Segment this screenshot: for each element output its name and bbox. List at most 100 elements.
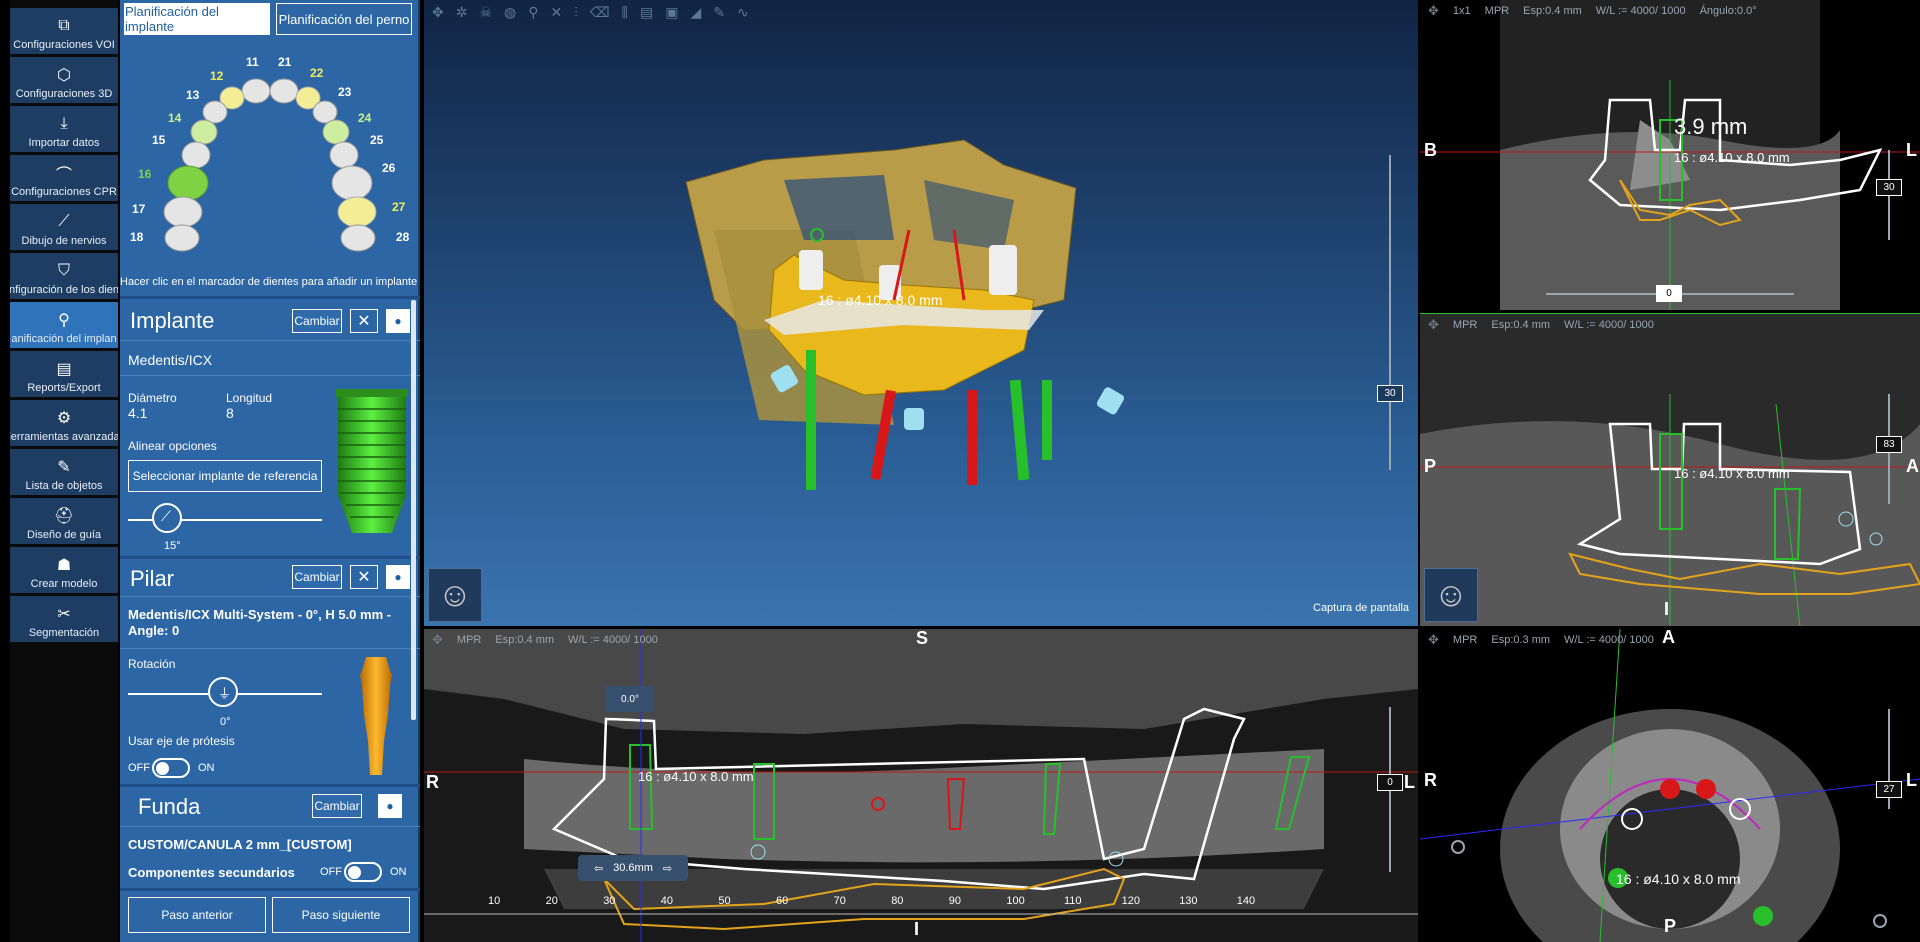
sagittal-viewport[interactable]: ✥ MPR Esp:0.4 mm W/L := 4000/ 1000 16 : … (1420, 313, 1920, 626)
ruler-tick-label: 30 (603, 895, 616, 907)
sleeve-name: CUSTOM/CANULA 2 mm_[CUSTOM] (128, 837, 352, 852)
toggle-off-label: OFF (128, 762, 150, 774)
download-icon: ⤓ (60, 115, 68, 132)
model-icon: ☗ (56, 557, 72, 574)
tooth-number: 18 (130, 230, 144, 244)
thickness-label: Esp:0.3 mm (1491, 634, 1551, 646)
tooth-number: 21 (278, 55, 292, 69)
implant-options-button[interactable]: ● (386, 309, 410, 333)
panoramic-viewport[interactable]: ✥ MPR Esp:0.4 mm W/L := 4000/ 1000 S R L… (424, 629, 1418, 942)
change-sleeve-button[interactable]: Cambiar (312, 794, 362, 818)
dental-implant-planner: ⧉ Configuraciones VOI ⬡ Configuraciones 3D ⤓… (0, 0, 1920, 942)
toolbar-item-label: Configuraciones VOI (13, 39, 115, 51)
window-level-label: W/L := 4000/ 1000 (1564, 634, 1654, 646)
toolbar-item[interactable]: ⧉ Configuraciones VOI (10, 8, 118, 54)
change-implant-button[interactable]: Cambiar (292, 309, 342, 333)
3d-viewport[interactable]: ✥ ✲ ☠ ◍ ⚲ ✕ ⫶ ⌫ ⫼ ▤ ▣ ◢ ✎ ∿ 16: ø4.10 x… (424, 0, 1418, 626)
measure-readout[interactable]: ⇦ 30.6mm ⇨ (578, 855, 688, 881)
rotation-slider-knob[interactable]: ⏚ (208, 677, 238, 707)
move-icon[interactable]: ✥ (1428, 3, 1439, 19)
tooth-chart[interactable]: 11 12 13 14 15 16 17 18 21 22 23 24 25 2… (120, 45, 420, 280)
implant-brand: Medentis/ICX (128, 352, 213, 368)
toolbar-item[interactable]: ⬡ Configuraciones 3D (10, 57, 118, 103)
toolbar-item-label: Crear modelo (30, 578, 98, 590)
angle-label: Ángulo:0.0° (1699, 5, 1757, 17)
3d-clip-value[interactable]: 30 (1377, 385, 1403, 402)
toolbar-item-label: Importar datos (28, 137, 100, 149)
tooth-number: 11 (246, 55, 259, 69)
axial-viewport[interactable]: ✥ MPR Esp:0.3 mm W/L := 4000/ 1000 16 : … (1420, 629, 1920, 942)
coronal-offset-value[interactable]: 0 (1656, 285, 1682, 302)
prosthesis-axis-toggle[interactable] (152, 758, 190, 778)
screenshot-button[interactable]: Captura de pantalla (1313, 602, 1409, 614)
orientation-bottom: P (1664, 916, 1677, 936)
toolbar-item[interactable]: ✂ Segmentación (10, 596, 118, 642)
next-step-button[interactable]: Paso siguiente (272, 897, 410, 933)
toolbar-item-label: Lista de objetos (25, 480, 103, 492)
toolbar-item[interactable]: ▤ Reports/Export (10, 351, 118, 397)
change-abutment-button[interactable]: Cambiar (292, 565, 342, 589)
secondary-components-toggle[interactable] (344, 862, 382, 882)
tooth-number: 17 (132, 202, 146, 216)
toolbar-item-label: Configuraciones CPR (11, 186, 117, 198)
window-level-label: W/L := 4000/ 1000 (1595, 5, 1686, 17)
screw-icon: ⏚ (218, 686, 232, 701)
head-orientation-icon[interactable]: ☺ (428, 568, 482, 622)
mode-label: MPR (1484, 5, 1510, 17)
tooth-number: 26 (382, 161, 396, 175)
coronal-slice-value[interactable]: 30 (1876, 179, 1902, 196)
toolbar-item[interactable]: ⤓ Importar datos (10, 106, 118, 152)
move-icon[interactable]: ✥ (1428, 632, 1439, 648)
head-orientation-icon[interactable]: ☺ (1424, 568, 1478, 622)
toolbar-item[interactable]: ✎ Lista de objetos (10, 449, 118, 495)
3d-cube-icon: ⬡ (57, 67, 71, 84)
toolbar-item[interactable]: ⌒ Configuraciones CPR (10, 155, 118, 201)
toolbar-item[interactable]: ⚲ anificación del implan (10, 302, 118, 348)
toolbar-item[interactable]: ☗ Crear modelo (10, 547, 118, 593)
toolbar-item[interactable]: ⛉ nfiguración de los dien (10, 253, 118, 299)
mode-label: MPR (1452, 319, 1478, 331)
upper-arch (163, 78, 377, 252)
sleeve-options-button[interactable]: ● (378, 794, 402, 818)
divider (120, 784, 420, 787)
coronal-viewport[interactable]: ✥ 1x1 MPR Esp:0.4 mm W/L := 4000/ 1000 Á… (1420, 0, 1920, 310)
remove-implant-button[interactable]: ✕ (350, 309, 378, 333)
abutment-options-button[interactable]: ● (386, 565, 410, 589)
panoramic-slice-value[interactable]: 0 (1377, 774, 1403, 791)
toolbar-item[interactable]: ⚙ lerramientas avanzada (10, 400, 118, 446)
align-options-label: Alinear opciones (128, 439, 217, 453)
previous-step-button[interactable]: Paso anterior (128, 897, 266, 933)
toolbar-item-label: nfiguración de los dien (10, 284, 118, 296)
tooth-number: 25 (370, 133, 384, 147)
arrow-right-icon[interactable]: ⇨ (663, 862, 672, 875)
3d-clip-slider[interactable] (1389, 155, 1391, 470)
remove-abutment-button[interactable]: ✕ (350, 565, 378, 589)
abutment-name: Medentis/ICX Multi-System - 0°, H 5.0 mm… (128, 607, 392, 638)
ruler-tick-label: 20 (545, 895, 558, 907)
tab-pin-planning[interactable]: Planificación del perno (276, 3, 412, 35)
sagittal-header: ✥ MPR Esp:0.4 mm W/L := 4000/ 1000 (1420, 314, 1654, 336)
ruler-tick-label: 90 (948, 895, 962, 907)
toolbar-item[interactable]: ⛑ Diseño de guía (10, 498, 118, 544)
panel-scrollbar[interactable] (411, 300, 416, 720)
tooth-number: 15 (152, 133, 166, 147)
select-reference-implant-button[interactable]: Seleccionar implante de referencia (128, 460, 322, 492)
axial-slice-value[interactable]: 27 (1876, 781, 1902, 798)
move-icon[interactable]: ✥ (432, 632, 443, 648)
toolbar-item[interactable]: ⟋ Dibujo de nervios (10, 204, 118, 250)
angle-value: 15° (164, 540, 181, 552)
divider (120, 648, 420, 649)
mode-label: MPR (456, 634, 482, 646)
implant-label: 16 : ø4.10 x 8.0 mm (1674, 466, 1790, 481)
distance-measurement: 3.9 mm (1674, 114, 1748, 139)
divider (120, 888, 420, 891)
angle-slider-knob[interactable]: ⟋ (152, 503, 182, 533)
coronal-header: ✥ 1x1 MPR Esp:0.4 mm W/L := 4000/ 1000 Á… (1420, 0, 1757, 22)
arrow-left-icon[interactable]: ⇦ (594, 862, 603, 875)
tab-implant-planning[interactable]: Planificación del implante (124, 3, 270, 35)
sagittal-slice-value[interactable]: 83 (1876, 436, 1902, 453)
implant-preview (336, 389, 408, 533)
move-icon[interactable]: ✥ (1428, 317, 1439, 333)
ruler-tick-label: 10 (488, 895, 501, 907)
orientation-top: S (916, 629, 929, 648)
